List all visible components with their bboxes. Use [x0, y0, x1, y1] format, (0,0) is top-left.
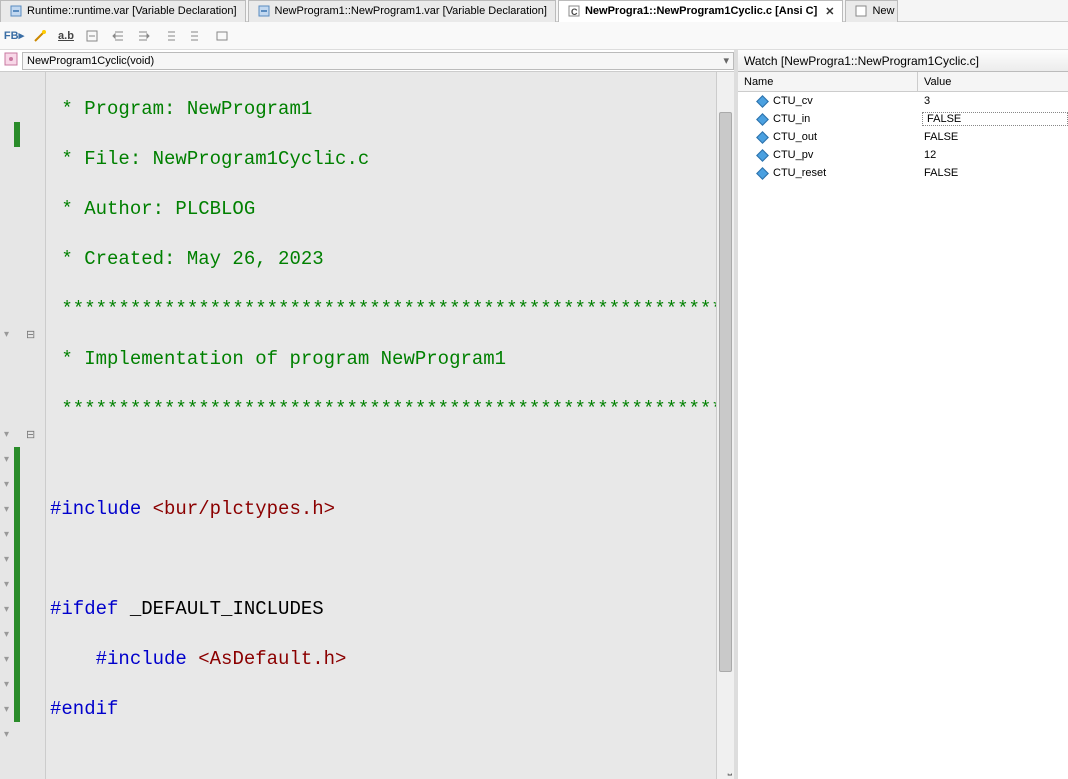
tab-label: Runtime::runtime.var [Variable Declarati… [27, 5, 237, 17]
editor-column: NewProgram1Cyclic(void) ▾ ▾⊟ ▾⊟ [0, 50, 738, 779]
diamond-icon [756, 95, 769, 108]
wand-icon[interactable] [30, 26, 50, 46]
close-icon[interactable]: ✕ [825, 5, 834, 18]
tab-label: New [872, 5, 894, 17]
func-icon [4, 52, 18, 69]
tab-label: NewProgra1::NewProgram1Cyclic.c [Ansi C] [585, 5, 817, 17]
code-line: ****************************************… [46, 397, 716, 422]
file-icon [854, 4, 868, 18]
code-line: #ifdef _DEFAULT_INCLUDES [46, 597, 716, 622]
code-line: #endif [46, 697, 716, 722]
watch-title: Watch [NewProgra1::NewProgram1Cyclic.c] [738, 50, 1068, 72]
outdent-icon[interactable] [108, 26, 128, 46]
svg-text:C: C [571, 7, 578, 17]
tab-runtime-var[interactable]: Runtime::runtime.var [Variable Declarati… [0, 0, 246, 22]
file-var-icon [9, 4, 23, 18]
scrollbar-thumb[interactable] [719, 112, 732, 672]
fb-button[interactable]: FB▸ [4, 26, 24, 46]
file-var-icon [257, 4, 271, 18]
workspace: NewProgram1Cyclic(void) ▾ ▾⊟ ▾⊟ [0, 50, 1068, 779]
watch-var-name: CTU_cv [773, 95, 813, 107]
watch-row[interactable]: CTU_cv 3 [738, 92, 1068, 110]
diamond-icon [756, 131, 769, 144]
watch-var-value[interactable]: 3 [918, 95, 1068, 107]
scroll-marker-icon: ⎵ [728, 764, 732, 777]
watch-var-value[interactable]: 12 [918, 149, 1068, 161]
function-dropdown[interactable]: NewProgram1Cyclic(void) ▾ [22, 52, 734, 70]
watch-var-name: CTU_reset [773, 167, 826, 179]
code-line: * Program: NewProgram1 [46, 97, 716, 122]
diamond-icon [756, 113, 769, 126]
code-line: * Implementation of program NewProgram1 [46, 347, 716, 372]
function-name: NewProgram1Cyclic(void) [27, 55, 154, 67]
vertical-scrollbar[interactable]: ⎵ [716, 72, 734, 779]
function-selector-bar: NewProgram1Cyclic(void) ▾ [0, 50, 734, 72]
tab-cyclic-c[interactable]: C NewProgra1::NewProgram1Cyclic.c [Ansi … [558, 0, 844, 22]
tab-newprogram1-var[interactable]: NewProgram1::NewProgram1.var [Variable D… [248, 0, 556, 22]
document-tabbar: Runtime::runtime.var [Variable Declarati… [0, 0, 1068, 22]
watch-row[interactable]: CTU_pv 12 [738, 146, 1068, 164]
watch-var-value[interactable]: FALSE [918, 167, 1068, 179]
tab-label: NewProgram1::NewProgram1.var [Variable D… [275, 5, 547, 17]
watch-var-value[interactable]: FALSE [918, 131, 1068, 143]
watch-row[interactable]: CTU_out FALSE [738, 128, 1068, 146]
code-line: #include <bur/plctypes.h> [46, 497, 716, 522]
wrap-icon[interactable] [82, 26, 102, 46]
watch-var-value[interactable]: FALSE [922, 112, 1068, 126]
code-line: #include <AsDefault.h> [46, 647, 716, 672]
fold-icon[interactable]: ⊟ [26, 428, 35, 441]
watch-header-value[interactable]: Value [918, 72, 1068, 91]
diamond-icon [756, 167, 769, 180]
code-line: * Author: PLCBLOG [46, 197, 716, 222]
watch-var-name: CTU_in [773, 113, 810, 125]
file-c-icon: C [567, 4, 581, 18]
fold-icon[interactable]: ⊟ [26, 328, 35, 341]
dedent-icon[interactable] [160, 26, 180, 46]
code-line: ****************************************… [46, 297, 716, 322]
indent-icon[interactable] [134, 26, 154, 46]
editor-gutter: ▾⊟ ▾⊟ ▾ ▾ ▾ ▾ ▾ ▾ ▾ ▾ ▾ ▾ ▾ ▾ [0, 72, 46, 779]
code-line [46, 747, 716, 772]
indent2-icon[interactable] [186, 26, 206, 46]
code-editor[interactable]: ▾⊟ ▾⊟ ▾ ▾ ▾ ▾ ▾ ▾ ▾ ▾ ▾ ▾ ▾ ▾ * Program:… [0, 72, 734, 779]
diamond-icon [756, 149, 769, 162]
watch-header-name[interactable]: Name [738, 72, 918, 91]
watch-header: Name Value [738, 72, 1068, 92]
tab-overflow[interactable]: New [845, 0, 897, 22]
watch-var-name: CTU_out [773, 131, 817, 143]
chevron-down-icon: ▾ [723, 54, 733, 67]
code-area[interactable]: * Program: NewProgram1 * File: NewProgra… [46, 72, 716, 779]
code-line [46, 447, 716, 472]
watch-var-name: CTU_pv [773, 149, 813, 161]
watch-row[interactable]: CTU_in FALSE [738, 110, 1068, 128]
editor-toolbar: FB▸ a.b [0, 22, 1068, 50]
comment-icon[interactable] [212, 26, 232, 46]
code-line: * Created: May 26, 2023 [46, 247, 716, 272]
code-line [46, 547, 716, 572]
watch-row[interactable]: CTU_reset FALSE [738, 164, 1068, 182]
code-line: * File: NewProgram1Cyclic.c [46, 147, 716, 172]
ab-button[interactable]: a.b [56, 26, 76, 46]
watch-panel: Watch [NewProgra1::NewProgram1Cyclic.c] … [738, 50, 1068, 779]
